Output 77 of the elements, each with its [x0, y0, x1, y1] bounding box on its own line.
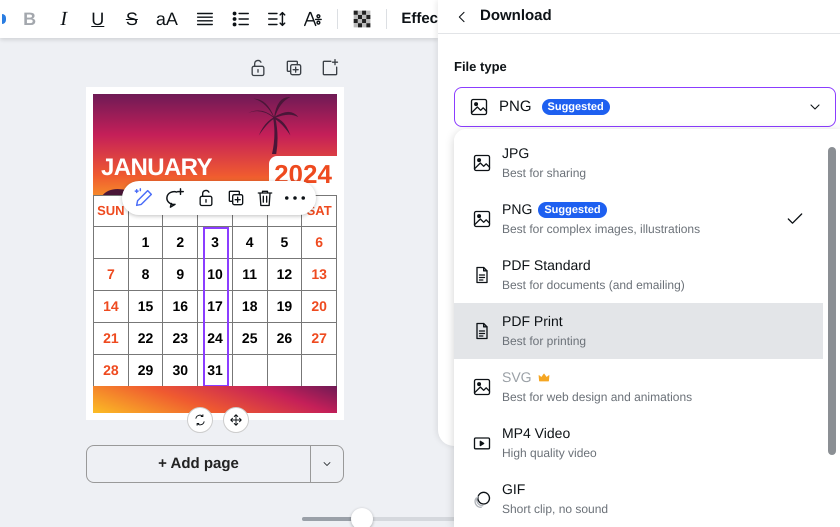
- italic-button[interactable]: I: [54, 4, 74, 34]
- day-cell: 23: [163, 323, 198, 355]
- day-cell: 2: [163, 227, 198, 259]
- scrollbar[interactable]: [828, 147, 836, 455]
- duplicate-icon: [284, 58, 304, 78]
- checkerboard-icon: [352, 8, 372, 30]
- panel-title: Download: [480, 6, 552, 26]
- day-cell: 1: [128, 227, 164, 259]
- option-description: Best for documents (and emailing): [502, 277, 686, 294]
- underline-button[interactable]: U: [88, 6, 108, 32]
- add-page-button[interactable]: + Add page: [86, 445, 311, 483]
- day-cell: 19: [268, 291, 302, 323]
- suggested-badge: Suggested: [538, 202, 607, 218]
- option-label: SVG: [502, 368, 532, 387]
- option-label: JPG: [502, 144, 530, 163]
- image-icon: [472, 209, 492, 229]
- image-icon: [472, 377, 492, 397]
- day-cell: 6: [302, 227, 337, 259]
- day-cell: 18: [232, 291, 268, 323]
- image-icon: [472, 153, 492, 173]
- day-cell: 4: [232, 227, 268, 259]
- file-type-option[interactable]: GIF Short clip, no sound: [454, 471, 823, 527]
- day-cell: 10: [198, 259, 233, 291]
- day-cell: 8: [128, 259, 164, 291]
- field-label: File type: [454, 59, 507, 74]
- option-label: PNG: [502, 200, 532, 219]
- day-cell: 20: [302, 291, 337, 323]
- option-description: Best for sharing: [502, 165, 588, 182]
- effects-button[interactable]: Effec: [401, 8, 438, 30]
- rotate-icon: [193, 413, 207, 427]
- move-icon: [229, 413, 243, 427]
- option-label: GIF: [502, 480, 526, 499]
- option-label: MP4 Video: [502, 424, 570, 443]
- day-cell: 22: [128, 323, 164, 355]
- slider-thumb[interactable]: [351, 508, 373, 527]
- option-description: Best for web design and animations: [502, 389, 694, 406]
- day-cell: 27: [302, 323, 337, 355]
- day-cell: 17: [198, 291, 233, 323]
- select-value: PNG: [499, 96, 532, 117]
- file-type-select[interactable]: PNG Suggested: [454, 87, 836, 127]
- day-cell: 21: [94, 323, 129, 355]
- strikethrough-button[interactable]: S: [122, 6, 142, 32]
- text-color-icon[interactable]: [2, 14, 6, 24]
- option-description: Best for complex images, illustrations: [502, 221, 702, 238]
- magic-pencil-icon: [132, 187, 155, 209]
- more-icon: [285, 196, 306, 200]
- add-page-menu-button[interactable]: [311, 445, 344, 483]
- day-cell: 9: [163, 259, 198, 291]
- letter-case-button[interactable]: aA: [156, 6, 178, 32]
- day-cell: 16: [163, 291, 198, 323]
- day-cell: 25: [232, 323, 268, 355]
- day-cell: 26: [268, 323, 302, 355]
- option-label: PDF Standard: [502, 256, 591, 275]
- duplicate-icon: [226, 188, 246, 208]
- option-description: High quality video: [502, 445, 598, 462]
- option-description: Short clip, no sound: [502, 501, 610, 518]
- suggested-badge: Suggested: [542, 99, 610, 115]
- rotate-handle[interactable]: [187, 407, 213, 433]
- day-cell: 12: [268, 259, 302, 291]
- day-cell: 3: [198, 227, 233, 259]
- day-cell: 11: [232, 259, 268, 291]
- option-label: PDF Print: [502, 312, 563, 331]
- file-type-option[interactable]: PDF Print Best for printing: [454, 303, 823, 359]
- month-title: JANUARY: [101, 156, 212, 180]
- crown-icon: [538, 372, 550, 384]
- add-page-icon: [320, 58, 340, 78]
- comment-add-icon: [164, 187, 186, 209]
- circles-icon: [472, 489, 492, 509]
- day-cell: 15: [128, 291, 164, 323]
- day-cell: 7: [94, 259, 129, 291]
- move-handle[interactable]: [223, 407, 249, 433]
- day-cell: 24: [198, 323, 233, 355]
- option-description: Best for printing: [502, 333, 588, 350]
- day-cell: 14: [94, 291, 129, 323]
- day-cell: 13: [302, 259, 337, 291]
- day-cell: 5: [268, 227, 302, 259]
- image-icon: [469, 97, 489, 117]
